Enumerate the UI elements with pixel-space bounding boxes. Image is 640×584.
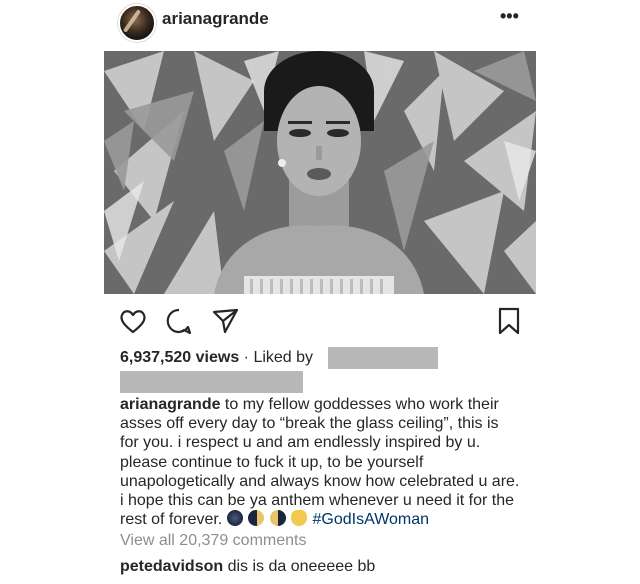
action-bar	[0, 300, 640, 340]
first-quarter-moon-emoji	[269, 510, 286, 527]
caption-username[interactable]: arianagrande	[120, 396, 220, 413]
bookmark-icon[interactable]	[494, 306, 524, 336]
waxing-crescent-moon-emoji	[248, 510, 265, 527]
new-moon-emoji	[226, 510, 243, 527]
redacted-likers	[120, 371, 303, 393]
photo-artwork	[104, 51, 536, 294]
share-icon[interactable]	[210, 306, 240, 336]
more-options-icon[interactable]: •••	[500, 6, 519, 27]
comment-username[interactable]: petedavidson	[120, 558, 223, 575]
liked-by-label: · Liked by	[243, 349, 314, 366]
comment-text: dis is da oneeeee bb	[223, 558, 376, 575]
comment-icon[interactable]	[164, 306, 194, 336]
post-caption: arianagrande to my fellow goddesses who …	[120, 395, 520, 529]
views-count[interactable]: 6,937,520 views	[120, 349, 239, 366]
comment-row: petedavidson dis is da oneeeee bb	[120, 558, 375, 576]
post-header: arianagrande •••	[0, 0, 640, 46]
post-username[interactable]: arianagrande	[162, 9, 269, 29]
redacted-username	[328, 347, 438, 369]
views-line: 6,937,520 views · Liked by	[120, 347, 313, 369]
heart-icon[interactable]	[118, 306, 148, 336]
view-all-comments-link[interactable]: View all 20,379 comments	[120, 532, 306, 550]
cat-emoji	[291, 510, 308, 527]
caption-text: to my fellow goddesses who work their as…	[120, 396, 520, 529]
hashtag-link[interactable]: #GodIsAWoman	[313, 511, 430, 528]
post-photo[interactable]	[104, 51, 536, 294]
